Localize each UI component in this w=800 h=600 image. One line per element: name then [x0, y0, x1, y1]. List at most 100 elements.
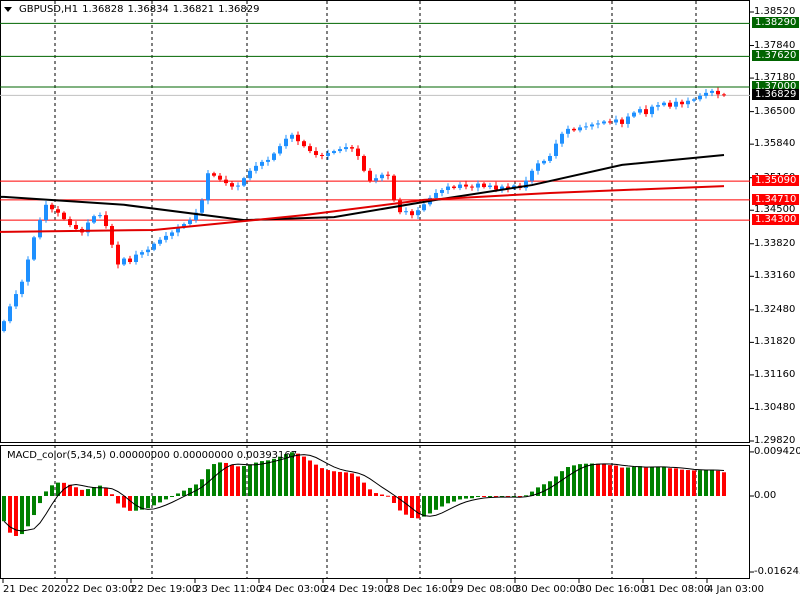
candle-body	[44, 204, 48, 221]
macd-histogram-bar	[434, 496, 438, 510]
candle-body	[452, 186, 456, 189]
time-axis-label: 23 Dec 11:00	[195, 584, 263, 595]
macd-histogram-bar	[128, 496, 132, 511]
candle-body	[410, 211, 414, 216]
macd-histogram-bar	[644, 467, 648, 496]
macd-histogram-bar	[452, 496, 456, 502]
candle-body	[2, 321, 6, 332]
candle-body	[326, 153, 330, 156]
macd-histogram-bar	[656, 466, 660, 496]
macd-value-1: 0.00000000	[109, 450, 170, 461]
macd-histogram-bar	[356, 476, 360, 496]
candle-body	[140, 252, 144, 255]
macd-axis-label: -0.016243	[754, 566, 800, 578]
candle-body	[236, 185, 240, 187]
time-axis-label: 4 Jan 03:00	[707, 584, 764, 595]
time-axis-label: 29 Dec 08:00	[451, 584, 519, 595]
macd-histogram-bar	[74, 487, 78, 496]
candle-body	[668, 102, 672, 107]
macd-histogram-bar	[428, 496, 432, 514]
macd-histogram-bar	[326, 470, 330, 496]
macd-histogram-bar	[566, 467, 570, 496]
candle-body	[662, 102, 666, 106]
dropdown-triangle-icon[interactable]	[4, 7, 12, 12]
macd-histogram-bar	[44, 491, 48, 496]
time-axis-label: 24 Dec 03:00	[259, 584, 327, 595]
macd-histogram-bar	[146, 496, 150, 509]
macd-histogram-bar	[692, 470, 696, 496]
candle-body	[212, 173, 216, 176]
price-axis-label: 1.31820	[754, 336, 796, 348]
macd-histogram-bar	[722, 472, 726, 496]
macd-histogram-bar	[158, 496, 162, 503]
time-axis-label: 24 Dec 19:00	[323, 584, 391, 595]
macd-histogram-bar	[620, 467, 624, 496]
price-axis-label: 1.30480	[754, 402, 796, 414]
candle-body	[164, 235, 168, 240]
macd-histogram-bar	[92, 486, 96, 496]
macd-histogram-bar	[254, 462, 258, 496]
candle-body	[536, 163, 540, 171]
candle-body	[710, 90, 714, 93]
macd-histogram-bar	[536, 487, 540, 496]
macd-histogram-bar	[380, 494, 384, 496]
level-price-tag: 1.37620	[752, 50, 799, 62]
macd-histogram-bar	[170, 496, 174, 497]
candle-body	[530, 170, 534, 181]
candle-body	[716, 90, 720, 95]
time-axis-label: 28 Dec 16:00	[387, 584, 455, 595]
close-value: 1.36829	[218, 4, 260, 15]
macd-histogram-bar	[314, 464, 318, 496]
candle-body	[722, 94, 726, 96]
candle-body	[116, 244, 120, 265]
macd-histogram-bar	[26, 496, 30, 527]
candle-body	[248, 170, 252, 179]
macd-histogram-bar	[440, 496, 444, 507]
macd-histogram-bar	[554, 476, 558, 496]
candle-body	[650, 106, 654, 115]
candle-body	[614, 119, 618, 123]
macd-histogram-bar	[674, 468, 678, 496]
candle-body	[620, 119, 624, 124]
price-chart[interactable]	[0, 0, 800, 600]
candle-body	[290, 134, 294, 139]
macd-histogram-bar	[458, 496, 462, 500]
macd-histogram-bar	[332, 471, 336, 496]
macd-histogram-bar	[248, 464, 252, 496]
candle-body	[230, 183, 234, 187]
candle-body	[20, 281, 24, 295]
candle-body	[464, 184, 468, 187]
macd-histogram-bar	[98, 485, 102, 496]
main-pane-frame	[0, 0, 750, 443]
candle-body	[110, 226, 114, 245]
macd-histogram-bar	[476, 496, 480, 497]
macd-histogram-bar	[110, 494, 114, 496]
macd-histogram-bar	[590, 463, 594, 496]
macd-histogram-bar	[134, 496, 138, 511]
candle-body	[434, 192, 438, 198]
price-axis-label: 1.36500	[754, 105, 796, 117]
chart-header: GBPUSD,H1 1.36828 1.36834 1.36821 1.3682…	[4, 4, 260, 15]
candle-body	[656, 105, 660, 107]
candle-body	[338, 149, 342, 152]
macd-axis-label: 0.00	[754, 490, 777, 501]
candle-body	[692, 99, 696, 101]
candle-body	[698, 95, 702, 100]
macd-histogram-bar	[608, 465, 612, 496]
macd-histogram-bar	[374, 493, 378, 496]
candle-body	[440, 190, 444, 193]
candle-body	[344, 147, 348, 150]
candle-body	[146, 249, 150, 253]
time-axis-label: 30 Dec 00:00	[515, 584, 583, 595]
macd-histogram-bar	[260, 461, 264, 496]
low-value: 1.36821	[172, 4, 215, 15]
macd-histogram-bar	[278, 456, 282, 496]
candle-body	[278, 146, 282, 154]
candle-body	[488, 185, 492, 188]
macd-header: MACD_color(5,34,5) 0.00000000 0.00000000…	[7, 450, 297, 461]
macd-histogram-bar	[470, 496, 474, 499]
candle-body	[50, 204, 54, 210]
candle-body	[14, 294, 18, 307]
candle-body	[602, 121, 606, 124]
candle-body	[314, 151, 318, 155]
